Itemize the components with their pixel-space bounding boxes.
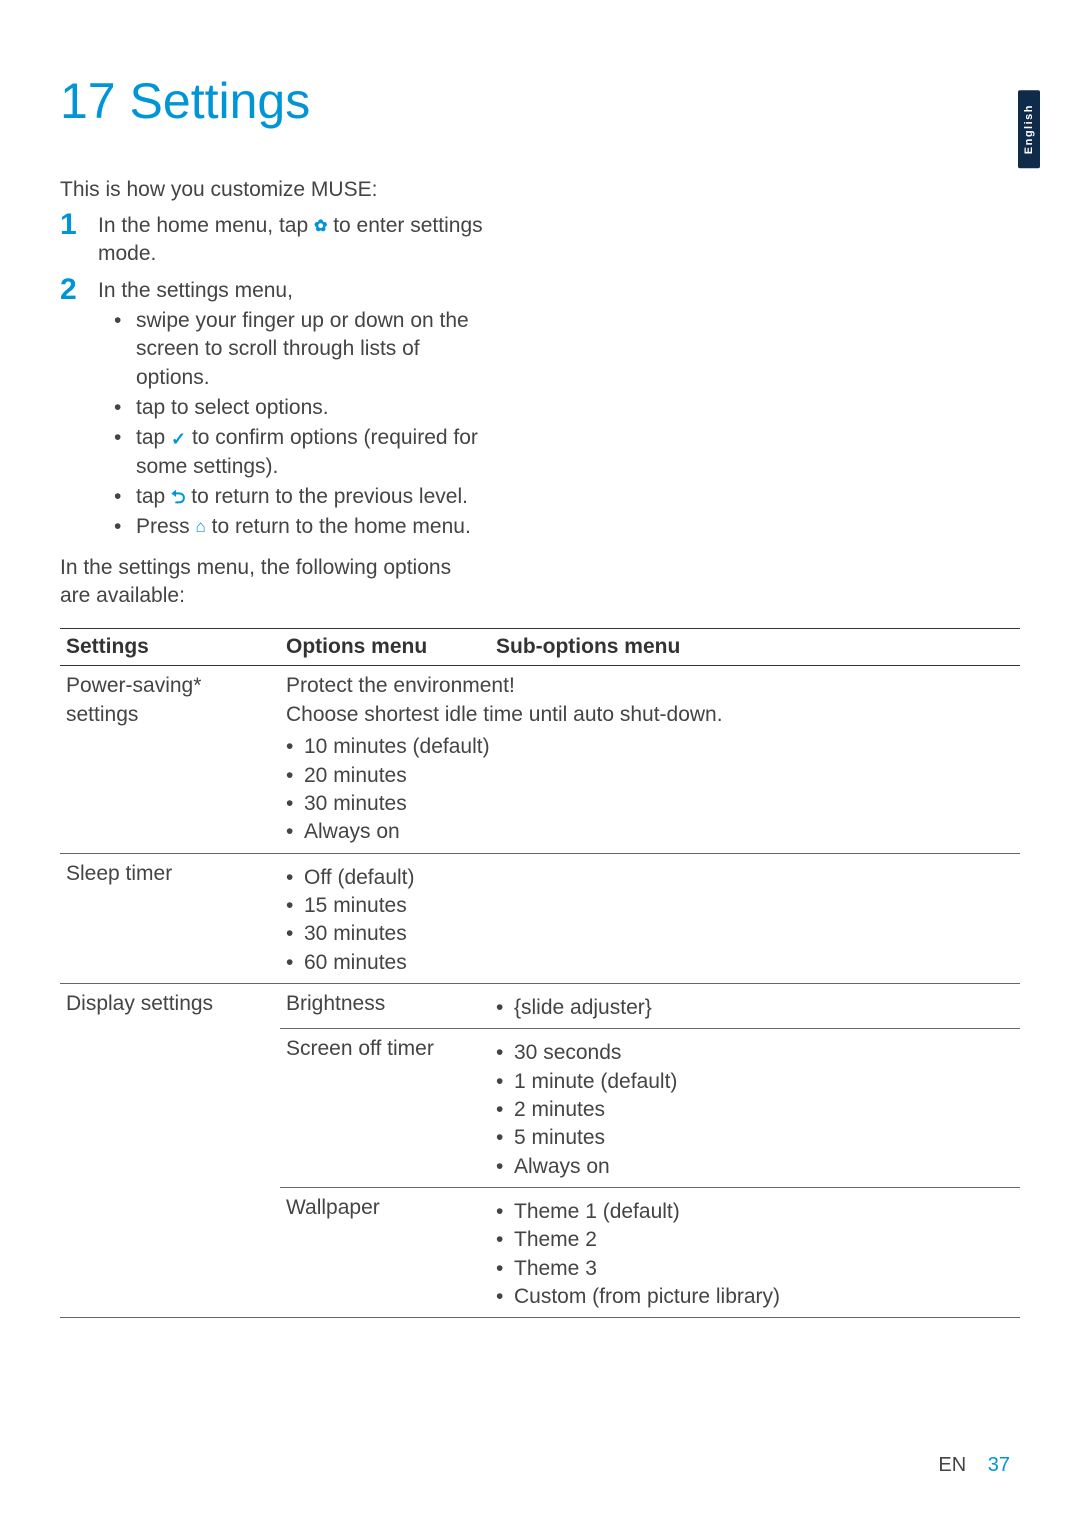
suboption-item: Theme 1 (default) [496, 1198, 1014, 1226]
page: English 17 Settings This is how you cust… [0, 0, 1080, 1527]
option-list: 10 minutes (default) 20 minutes 30 minut… [286, 733, 1014, 846]
col-options-header: Options menu [280, 629, 490, 666]
options-cell: Protect the environment! Choose shortest… [280, 666, 1020, 853]
step-body: In the home menu, tap ✿ to enter setting… [98, 210, 498, 269]
step-text-pre: In the home menu, tap [98, 214, 314, 237]
option-list: Off (default) 15 minutes 30 minutes 60 m… [286, 864, 1014, 977]
table-row: Power-saving* settings Protect the envir… [60, 666, 1020, 853]
option-item: 30 minutes [286, 790, 1014, 818]
setting-cell: Power-saving* settings [60, 666, 280, 853]
chapter-title: 17 Settings [60, 72, 1020, 130]
suboption-list: {slide adjuster} [496, 994, 1014, 1022]
bullet-post: to confirm options (required for some se… [136, 426, 478, 477]
suboption-item: 5 minutes [496, 1124, 1014, 1152]
option-item: 10 minutes (default) [286, 733, 1014, 761]
bullet-post: to return to the previous level. [185, 485, 468, 508]
option-cell: Wallpaper [280, 1187, 490, 1317]
steps-list: 1 In the home menu, tap ✿ to enter setti… [60, 210, 1020, 544]
bullet-text: swipe your finger up or down on the scre… [136, 309, 469, 389]
bullet-pre: tap [136, 485, 171, 508]
suboptions-cell: {slide adjuster} [490, 983, 1020, 1028]
bullet-pre: tap [136, 426, 171, 449]
options-cell: Off (default) 15 minutes 30 minutes 60 m… [280, 853, 1020, 983]
option-item: 15 minutes [286, 892, 1014, 920]
suboptions-cell: 30 seconds 1 minute (default) 2 minutes … [490, 1029, 1020, 1188]
step-body: In the settings menu, swipe your finger … [98, 275, 498, 544]
suboption-item: Theme 2 [496, 1226, 1014, 1254]
chapter-number: 17 [60, 73, 116, 129]
suboptions-cell: Theme 1 (default) Theme 2 Theme 3 Custom… [490, 1187, 1020, 1317]
bullet-text: tap to select options. [136, 396, 329, 419]
language-tab: English [1018, 90, 1040, 168]
chapter-name: Settings [130, 73, 311, 129]
bullet-post: to return to the home menu. [206, 515, 471, 538]
bullet: Press ⌂ to return to the home menu. [98, 513, 498, 541]
suboption-item: 1 minute (default) [496, 1068, 1014, 1096]
footer-page-number: 37 [988, 1454, 1010, 1476]
option-item: 20 minutes [286, 762, 1014, 790]
suboption-item: Custom (from picture library) [496, 1283, 1014, 1311]
suboption-item: 30 seconds [496, 1039, 1014, 1067]
home-icon: ⌂ [196, 516, 206, 539]
settings-table: Settings Options menu Sub-options menu P… [60, 628, 1020, 1318]
setting-cell: Sleep timer [60, 853, 280, 983]
suboption-list: Theme 1 (default) Theme 2 Theme 3 Custom… [496, 1198, 1014, 1311]
back-icon: ⮌ [171, 485, 185, 509]
step-bullets: swipe your finger up or down on the scre… [98, 307, 498, 542]
option-cell: Brightness [280, 983, 490, 1028]
table-header-row: Settings Options menu Sub-options menu [60, 629, 1020, 666]
intro-text: This is how you customize MUSE: [60, 178, 1020, 202]
step-number: 1 [60, 210, 98, 240]
bullet-pre: Press [136, 515, 196, 538]
check-icon: ✓ [171, 427, 186, 451]
bullet: tap to select options. [98, 394, 498, 422]
step-number: 2 [60, 275, 98, 305]
col-suboptions-header: Sub-options menu [490, 629, 1020, 666]
bullet: tap ✓ to confirm options (required for s… [98, 424, 498, 481]
setting-cell: Display settings [60, 983, 280, 1317]
footer-lang: EN [938, 1454, 966, 1476]
option-item: Off (default) [286, 864, 1014, 892]
suboption-item: Always on [496, 1153, 1014, 1181]
gear-icon: ✿ [314, 216, 327, 238]
option-intro: Protect the environment! [286, 672, 1014, 700]
suboption-list: 30 seconds 1 minute (default) 2 minutes … [496, 1039, 1014, 1181]
option-item: 30 minutes [286, 920, 1014, 948]
col-settings-header: Settings [60, 629, 280, 666]
option-cell: Screen off timer [280, 1029, 490, 1188]
step-2: 2 In the settings menu, swipe your finge… [60, 275, 1020, 544]
suboption-item: 2 minutes [496, 1096, 1014, 1124]
suboption-item: Theme 3 [496, 1255, 1014, 1283]
post-steps-text: In the settings menu, the following opti… [60, 554, 480, 611]
page-footer: EN 37 [938, 1454, 1010, 1477]
table-row: Sleep timer Off (default) 15 minutes 30 … [60, 853, 1020, 983]
option-item: Always on [286, 818, 1014, 846]
bullet: tap ⮌ to return to the previous level. [98, 483, 498, 511]
bullet: swipe your finger up or down on the scre… [98, 307, 498, 392]
option-item: 60 minutes [286, 949, 1014, 977]
table-row: Display settings Brightness {slide adjus… [60, 983, 1020, 1028]
step-text-pre: In the settings menu, [98, 279, 293, 302]
option-intro: Choose shortest idle time until auto shu… [286, 701, 1014, 729]
suboption-item: {slide adjuster} [496, 994, 1014, 1022]
step-1: 1 In the home menu, tap ✿ to enter setti… [60, 210, 1020, 269]
